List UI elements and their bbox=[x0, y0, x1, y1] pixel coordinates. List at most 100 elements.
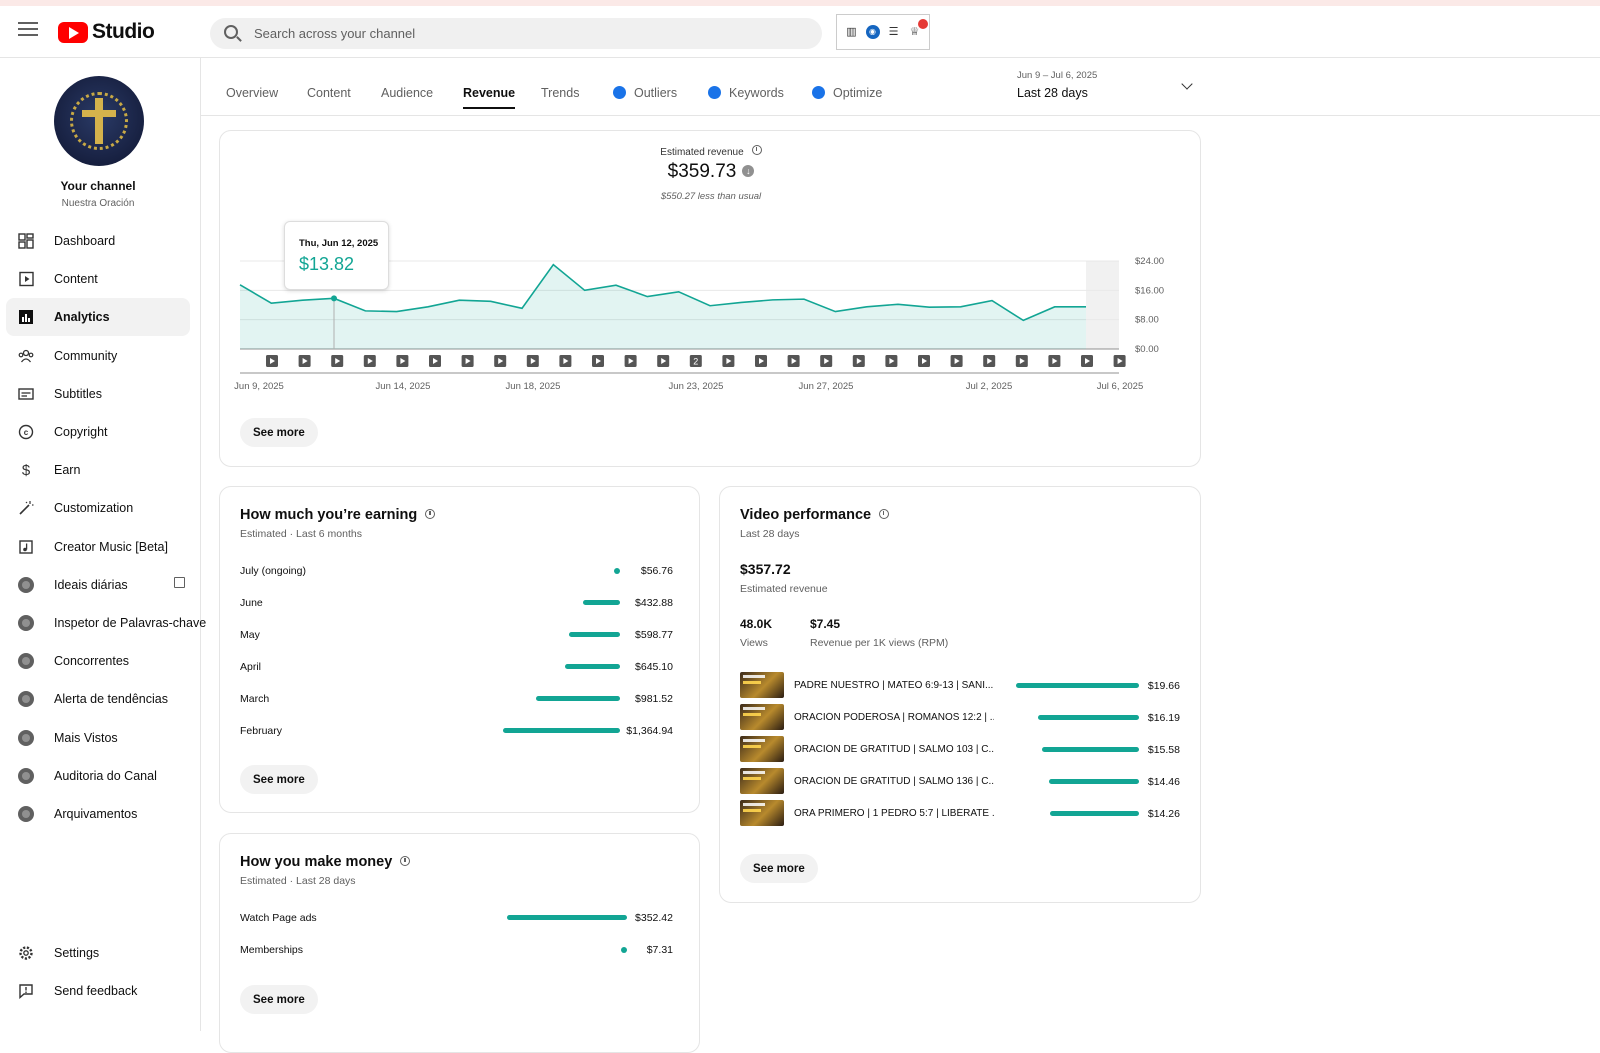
sidebar-item-copyright[interactable]: c Copyright bbox=[6, 413, 190, 451]
video-performance-card: Video performance Last 28 days $357.72 E… bbox=[719, 486, 1201, 903]
video-title[interactable]: ORACIÓN PODEROSA | ROMANOS 12:2 | ... bbox=[794, 712, 994, 723]
see-more-button[interactable]: See more bbox=[240, 765, 318, 794]
video-title[interactable]: PADRE NUESTRO | MATEO 6:9-13 | SANI... bbox=[794, 680, 994, 691]
search-icon[interactable] bbox=[224, 25, 238, 39]
bar bbox=[1041, 747, 1139, 752]
see-more-button[interactable]: See more bbox=[240, 418, 318, 447]
tab-optimize[interactable]: Optimize bbox=[812, 86, 882, 100]
svg-text:c: c bbox=[24, 428, 29, 437]
y-tick-label: $24.00 bbox=[1135, 256, 1164, 267]
sidebar-item-label: Analytics bbox=[54, 310, 110, 324]
sidebar-item-label: Arquivamentos bbox=[54, 807, 138, 821]
x-tick-label: Jun 18, 2025 bbox=[506, 381, 561, 392]
row-label: June bbox=[240, 597, 263, 609]
clock-icon bbox=[879, 509, 890, 519]
sidebar-item-label: Alerta de tendências bbox=[54, 692, 168, 706]
sidebar-item-earn[interactable]: $ Earn bbox=[6, 451, 190, 489]
tab-audience[interactable]: Audience bbox=[381, 86, 433, 100]
sidebar-item-subtitles[interactable]: Subtitles bbox=[6, 375, 190, 413]
video-thumbnail[interactable] bbox=[740, 768, 784, 794]
sidebar-item-mais-vistos[interactable]: Mais Vistos bbox=[6, 719, 190, 757]
video-thumbnail[interactable] bbox=[740, 800, 784, 826]
row-label: February bbox=[240, 725, 283, 737]
revenue-chart-card: Estimated revenue $359.73 ↓ $550.27 less … bbox=[219, 130, 1201, 467]
tab-overview[interactable]: Overview bbox=[226, 86, 278, 100]
video-title[interactable]: ORA PRIMERO | 1 PEDRO 5:7 | LIBÉRATE ... bbox=[794, 808, 994, 819]
clock-icon bbox=[751, 145, 762, 155]
video-thumbnail[interactable] bbox=[740, 736, 784, 762]
tab-label: Keywords bbox=[729, 86, 784, 100]
channel-avatar[interactable] bbox=[54, 76, 144, 166]
extension-icon bbox=[18, 577, 34, 593]
sidebar-item-community[interactable]: Community bbox=[6, 337, 190, 375]
magic-wand-icon bbox=[18, 500, 34, 516]
search-input[interactable] bbox=[254, 18, 804, 49]
row-value: $14.26 bbox=[1147, 808, 1180, 820]
x-tick-label: Jun 27, 2025 bbox=[799, 381, 854, 392]
list-icon[interactable]: ☰ bbox=[887, 25, 901, 39]
kpi-value: $359.73 ↓ bbox=[220, 161, 1202, 183]
sidebar-item-auditoria[interactable]: Auditoria do Canal bbox=[6, 757, 190, 795]
extension-toolbar: ▥ ◉ ☰ ♕ bbox=[836, 14, 930, 50]
video-thumbnail[interactable] bbox=[740, 672, 784, 698]
row-value: $352.42 bbox=[635, 912, 673, 924]
bar bbox=[1016, 683, 1139, 688]
tab-revenue[interactable]: Revenue bbox=[463, 86, 516, 109]
bar bbox=[507, 915, 627, 920]
sidebar-item-settings[interactable]: Settings bbox=[6, 934, 190, 972]
date-range-picker[interactable]: Jun 9 – Jul 6, 2025 Last 28 days bbox=[1017, 70, 1097, 100]
sidebar-item-ideais-diarias[interactable]: Ideais diárias bbox=[6, 566, 190, 604]
see-more-button[interactable]: See more bbox=[240, 985, 318, 1014]
earning-card: How much you’re earning Estimated · Last… bbox=[219, 486, 700, 813]
sidebar-item-concorrentes[interactable]: Concorrentes bbox=[6, 642, 190, 680]
bar-chart-icon[interactable]: ▥ bbox=[845, 25, 859, 39]
sidebar-item-arquivamentos[interactable]: Arquivamentos bbox=[6, 795, 190, 833]
sidebar-item-alerta[interactable]: Alerta de tendências bbox=[6, 680, 190, 718]
sidebar-item-label: Send feedback bbox=[54, 984, 138, 998]
sidebar-item-dashboard[interactable]: Dashboard bbox=[6, 222, 190, 260]
studio-logo[interactable]: Studio bbox=[58, 20, 155, 44]
sidebar-item-label: Concorrentes bbox=[54, 654, 130, 668]
trophy-icon[interactable]: ♕ bbox=[908, 19, 928, 39]
sidebar-item-label: Community bbox=[54, 349, 118, 363]
date-range-dates: Jun 9 – Jul 6, 2025 bbox=[1017, 70, 1098, 81]
tab-trends[interactable]: Trends bbox=[541, 86, 579, 100]
row-value: $645.10 bbox=[635, 661, 673, 673]
row-value: $16.19 bbox=[1147, 712, 1180, 724]
arrow-down-icon: ↓ bbox=[742, 165, 755, 177]
see-more-button[interactable]: See more bbox=[740, 854, 818, 883]
x-tick-label: Jun 9, 2025 bbox=[234, 381, 284, 392]
video-title[interactable]: ORACIÓN DE GRATITUD | SALMO 103 | C... bbox=[794, 744, 994, 755]
sidebar-item-content[interactable]: Content bbox=[6, 260, 190, 298]
chevron-down-icon[interactable] bbox=[1181, 78, 1193, 90]
music-icon bbox=[18, 539, 34, 555]
x-tick-label: Jul 2, 2025 bbox=[966, 381, 1012, 392]
menu-icon[interactable] bbox=[18, 22, 38, 38]
date-range-period: Last 28 days bbox=[1017, 86, 1088, 100]
row-value: $981.52 bbox=[635, 693, 673, 705]
sidebar-item-feedback[interactable]: Send feedback bbox=[6, 972, 190, 1010]
video-title[interactable]: ORACIÓN DE GRATITUD | SALMO 136 | C... bbox=[794, 776, 994, 787]
tooltip-value: $13.82 bbox=[299, 254, 355, 274]
extension-logo-icon[interactable]: ◉ bbox=[865, 25, 880, 39]
sidebar-item-inspetor[interactable]: Inspetor de Palavras-chave bbox=[6, 604, 206, 642]
sidebar-item-customization[interactable]: Customization bbox=[6, 489, 190, 527]
sidebar-item-analytics[interactable]: Analytics bbox=[6, 298, 190, 336]
extension-logo-icon bbox=[708, 86, 721, 99]
row-label: Watch Page ads bbox=[240, 912, 317, 924]
tab-content[interactable]: Content bbox=[307, 86, 351, 100]
video-thumbnail[interactable] bbox=[740, 704, 784, 730]
vp-views-value: 48.0K bbox=[740, 617, 773, 631]
sidebar-item-label: Ideais diárias bbox=[54, 578, 128, 592]
tab-label: Optimize bbox=[833, 86, 883, 100]
sidebar-item-label: Mais Vistos bbox=[54, 731, 118, 745]
tab-outliers[interactable]: Outliers bbox=[613, 86, 677, 100]
feedback-icon bbox=[18, 983, 34, 1000]
tab-keywords[interactable]: Keywords bbox=[708, 86, 784, 100]
card-subtitle: Last 28 days bbox=[740, 528, 800, 540]
sidebar-item-creator-music[interactable]: Creator Music [Beta] bbox=[6, 528, 190, 566]
vp-views-label: Views bbox=[740, 637, 768, 649]
extension-icon bbox=[18, 615, 34, 631]
copyright-icon: c bbox=[18, 424, 34, 440]
kpi-note: $550.27 less than usual bbox=[660, 191, 762, 202]
